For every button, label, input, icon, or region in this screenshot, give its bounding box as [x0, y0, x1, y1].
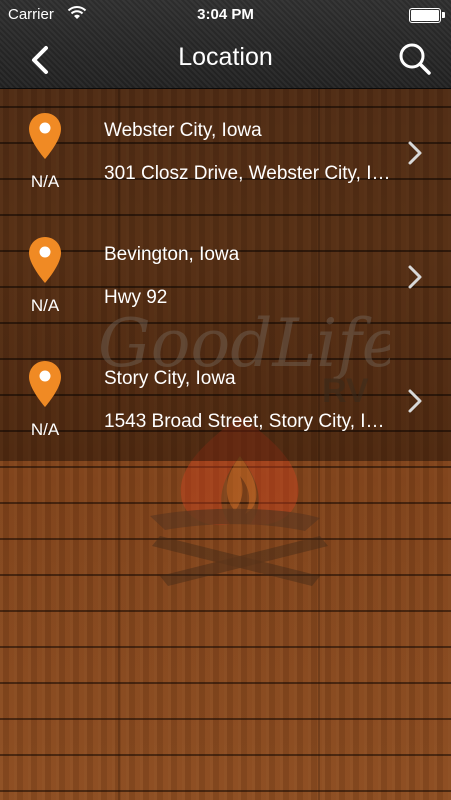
- page-title: Location: [178, 43, 273, 71]
- location-address: 301 Closz Drive, Webster City, I…: [104, 163, 391, 184]
- location-name: Bevington, Iowa: [104, 244, 240, 265]
- status-bar: Carrier 3:04 PM: [0, 0, 451, 30]
- location-name: Webster City, Iowa: [104, 120, 262, 141]
- top-bar: Carrier 3:04 PM Location: [0, 0, 451, 89]
- status-time: 3:04 PM: [197, 6, 254, 23]
- search-icon: [399, 43, 431, 75]
- list-item[interactable]: N/A Bevington, Iowa Hwy 92: [0, 212, 451, 336]
- location-name: Story City, Iowa: [104, 368, 236, 389]
- location-address: Hwy 92: [104, 287, 168, 308]
- distance-label: N/A: [30, 296, 60, 315]
- distance-label: N/A: [30, 420, 60, 439]
- location-address: 1543 Broad Street, Story City, I…: [104, 411, 385, 432]
- battery-nub: [442, 12, 445, 18]
- map-pin-icon: [29, 237, 61, 283]
- search-button[interactable]: [395, 39, 435, 79]
- map-pin-icon: [29, 113, 61, 159]
- nav-bar: Location: [0, 30, 451, 88]
- battery-icon: [409, 8, 441, 23]
- list-item[interactable]: N/A Story City, Iowa 1543 Broad Street, …: [0, 336, 451, 460]
- location-list: N/A Webster City, Iowa 301 Closz Drive, …: [0, 88, 451, 461]
- list-item[interactable]: N/A Webster City, Iowa 301 Closz Drive, …: [0, 88, 451, 212]
- map-pin-icon: [29, 361, 61, 407]
- distance-label: N/A: [30, 172, 60, 191]
- chevron-right-icon: [408, 141, 422, 165]
- chevron-right-icon: [408, 389, 422, 413]
- chevron-right-icon: [408, 265, 422, 289]
